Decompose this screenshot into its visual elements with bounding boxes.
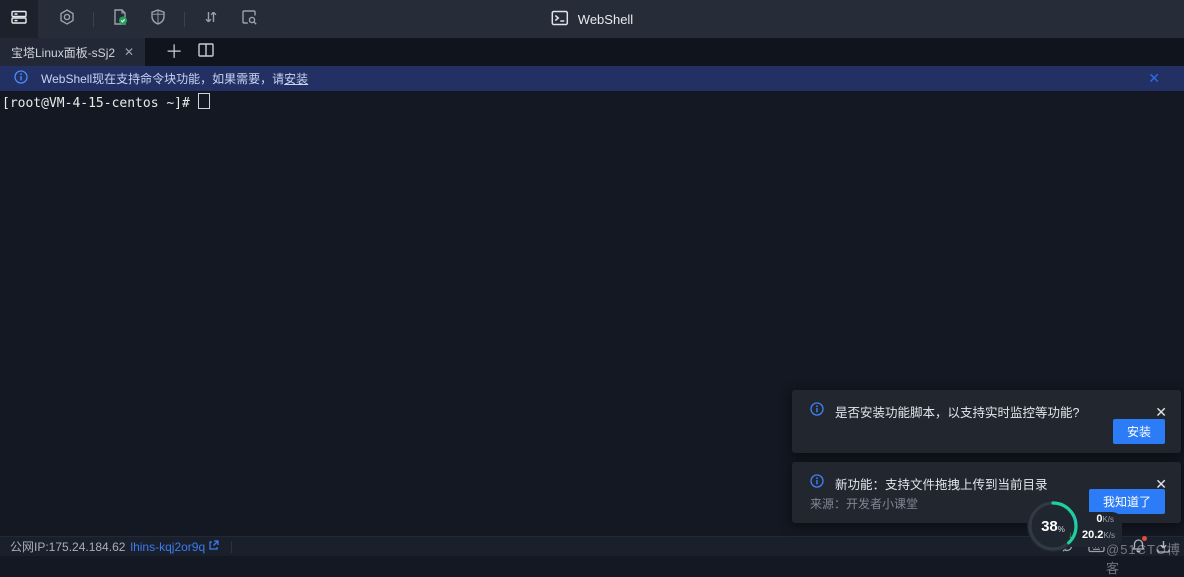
notification-dot xyxy=(1142,536,1147,541)
bell-icon xyxy=(1131,538,1146,553)
notice-banner: WebShell现在支持命令块功能，如果需要，请安装 ✕ xyxy=(0,66,1184,91)
upload-arrow-icon: ↑ xyxy=(1072,514,1077,525)
terminal-cursor xyxy=(198,93,210,109)
toolbar-divider xyxy=(184,12,185,27)
command-block-button[interactable] xyxy=(101,0,139,38)
file-check-icon xyxy=(111,8,129,31)
instance-link-text: lhins-kqj2or9q xyxy=(130,540,205,554)
tab-bar: 宝塔Linux面板-sSj2 ✕ ＋ xyxy=(0,38,1184,66)
gauge-label: 38 % xyxy=(1026,499,1080,553)
toast-new-feature: 新功能：支持文件拖拽上传到当前目录 ✕ 来源：开发者小课堂 我知道了 xyxy=(792,462,1181,523)
instance-link[interactable]: lhins-kqj2or9q xyxy=(130,540,219,554)
download-unit: K/s xyxy=(1103,531,1115,540)
download-speed: 20.2K/s xyxy=(1082,529,1115,541)
toolbar-divider xyxy=(93,12,94,27)
upload-speed: 0K/s xyxy=(1096,513,1114,525)
download-value: 20.2 xyxy=(1082,529,1103,541)
banner-text-body: WebShell现在支持命令块功能，如果需要，请 xyxy=(41,72,284,86)
download-icon xyxy=(1156,539,1171,559)
top-toolbar: WebShell xyxy=(0,0,1184,38)
terminal-icon xyxy=(551,9,569,30)
download-button[interactable] xyxy=(1156,539,1171,559)
panels-button[interactable] xyxy=(0,0,38,38)
terminal-prompt: [root@VM-4-15-centos ~]# xyxy=(2,96,198,111)
statusbar-divider xyxy=(231,541,232,553)
traffic-button[interactable] xyxy=(192,0,230,38)
sort-arrows-icon xyxy=(202,8,220,31)
security-button[interactable] xyxy=(139,0,177,38)
download-speed-row: ↓ 20.2K/s xyxy=(1068,529,1115,541)
toast-message: 是否安装功能脚本，以支持实时监控等功能? xyxy=(835,402,1144,421)
log-search-button[interactable] xyxy=(230,0,268,38)
toast-header: 是否安装功能脚本，以支持实时监控等功能? ✕ xyxy=(792,390,1181,421)
shield-icon xyxy=(149,8,167,31)
status-bar: 公网IP:175.24.184.62 lhins-kqj2or9q xyxy=(0,536,1184,556)
public-ip-label: 公网IP:175.24.184.62 xyxy=(10,538,125,555)
toast-source: 来源：开发者小课堂 xyxy=(810,495,918,512)
got-it-button[interactable]: 我知道了 xyxy=(1089,489,1165,514)
info-icon xyxy=(810,474,824,493)
toast-close-icon[interactable]: ✕ xyxy=(1155,405,1167,419)
upload-speed-row: ↑ 0K/s xyxy=(1072,513,1114,525)
gauge-value: 38 xyxy=(1041,518,1058,535)
notifications-button[interactable] xyxy=(1131,538,1146,553)
window-title: WebShell xyxy=(551,0,633,38)
banner-close-icon[interactable]: ✕ xyxy=(1148,66,1160,91)
upload-unit: K/s xyxy=(1102,515,1114,524)
info-icon xyxy=(14,70,28,87)
info-icon xyxy=(810,402,824,421)
split-view-icon xyxy=(198,43,214,62)
split-view-button[interactable] xyxy=(198,43,214,62)
settings-button[interactable] xyxy=(48,0,86,38)
install-button[interactable]: 安装 xyxy=(1113,419,1165,444)
cpu-gauge[interactable]: 38 % xyxy=(1026,499,1080,553)
toast-install-script: 是否安装功能脚本，以支持实时监控等功能? ✕ 安装 xyxy=(792,390,1181,453)
window-title-text: WebShell xyxy=(578,12,633,27)
banner-text: WebShell现在支持命令块功能，如果需要，请安装 xyxy=(41,70,308,87)
tab-close-icon[interactable]: ✕ xyxy=(124,46,134,58)
tab-label: 宝塔Linux面板-sSj2 xyxy=(11,44,115,61)
new-tab-button[interactable]: ＋ xyxy=(165,43,183,61)
download-arrow-icon: ↓ xyxy=(1068,530,1073,541)
settings-gear-icon xyxy=(58,8,76,31)
gauge-unit: % xyxy=(1058,525,1065,534)
external-link-icon xyxy=(208,540,219,554)
tab-baota-panel[interactable]: 宝塔Linux面板-sSj2 ✕ xyxy=(0,38,145,66)
box-search-icon xyxy=(240,8,258,31)
banner-install-link[interactable]: 安装 xyxy=(284,72,308,86)
panels-icon xyxy=(10,8,28,31)
